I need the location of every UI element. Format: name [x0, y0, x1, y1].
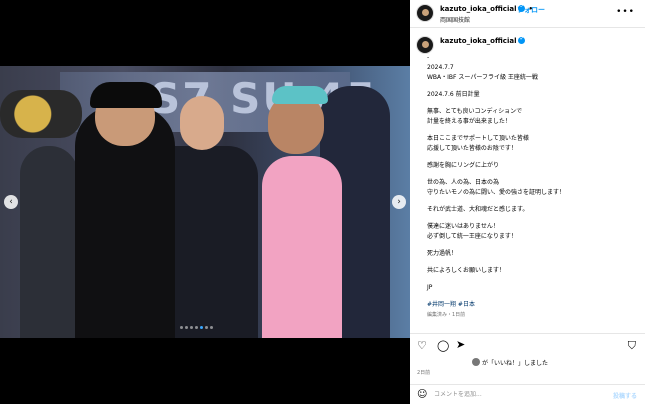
- carousel-dot: [195, 326, 198, 329]
- caption-hashtags[interactable]: #井岡一翔 #日本: [427, 300, 637, 310]
- caption-line: 2024.7.6 前日計量: [427, 91, 480, 98]
- caption-line: 計量を終える事が出来ました！: [427, 118, 511, 125]
- carousel-dot: [200, 326, 203, 329]
- caption-gap: [427, 215, 637, 222]
- heart-icon[interactable]: ♡: [417, 339, 427, 352]
- caption-line: 感謝を胸にリングに上がり: [427, 162, 500, 169]
- caption-line: 応援して頂いた皆様のお陰です！: [427, 145, 517, 152]
- boxer-left-cap: [90, 82, 162, 108]
- caption-line: 2024.7.7: [427, 64, 454, 71]
- chevron-left-icon[interactable]: ‹: [4, 195, 18, 209]
- carousel-dot: [210, 326, 213, 329]
- location-label[interactable]: 両国国技館: [440, 15, 470, 24]
- bookmark-icon[interactable]: ⛉: [628, 339, 636, 353]
- verified-icon: [518, 35, 526, 44]
- championship-belt: [0, 90, 82, 138]
- caption-line: 無事、とても良いコンディションで: [427, 108, 523, 115]
- post-header: kazuto_ioka_official• フォロー 両国国技館 •••: [410, 0, 645, 28]
- more-icon[interactable]: •••: [616, 7, 635, 17]
- person-left-background: [20, 146, 78, 338]
- boxer-right: [262, 156, 342, 338]
- username-text[interactable]: kazuto_ioka_official: [440, 37, 516, 45]
- caption-gap: [427, 276, 637, 283]
- caption-gap: [427, 100, 637, 107]
- caption-line: 守りたいモノの為に闘い、愛の強さを証明します！: [427, 189, 566, 196]
- caption-area: kazuto_ioka_official - 2024.7.7 WBA・IBF スー…: [410, 28, 645, 333]
- post-side-panel: kazuto_ioka_official• フォロー 両国国技館 ••• kaz…: [410, 0, 645, 404]
- avatar[interactable]: [416, 4, 434, 22]
- emoji-icon[interactable]: ☺: [417, 389, 427, 400]
- caption-line: 必ず倒して統一王座になります！: [427, 233, 517, 240]
- carousel-dot: [180, 326, 183, 329]
- caption-line: 僕達に迷いはありません！: [427, 223, 499, 230]
- caption-line: JP: [427, 284, 433, 291]
- carousel-dot: [185, 326, 188, 329]
- likes-text: が「いいね！」しました: [482, 360, 549, 367]
- caption-line: 共によろしくお願いします！: [427, 267, 506, 274]
- caption-gap: [427, 198, 637, 205]
- liker-avatar: [472, 358, 480, 366]
- caption-line: 死力過帆！: [427, 250, 458, 257]
- caption-line: 本日ここまでサポートして頂いた皆様: [427, 135, 529, 142]
- boxer-right-hair: [272, 86, 328, 104]
- post-media: S7 SU 45 ‹ ›: [0, 0, 410, 404]
- carousel-dot: [190, 326, 193, 329]
- caption-gap: [427, 259, 637, 266]
- comment-input[interactable]: [434, 391, 584, 398]
- carousel-dot: [205, 326, 208, 329]
- post-photo[interactable]: S7 SU 45: [0, 66, 410, 338]
- referee-head: [180, 96, 224, 150]
- caption-gap: [427, 127, 637, 134]
- caption-gap: [427, 83, 637, 90]
- caption-line: WBA・IBF スーパーフライ級 王座統一戦: [427, 74, 538, 81]
- post-date[interactable]: 2日前: [417, 369, 430, 376]
- chevron-right-icon[interactable]: ›: [392, 195, 406, 209]
- caption-line: -: [427, 54, 430, 61]
- caption-gap: [427, 293, 637, 300]
- avatar[interactable]: [416, 36, 434, 54]
- caption-username[interactable]: kazuto_ioka_official: [440, 35, 526, 45]
- likes-summary[interactable]: が「いいね！」しました: [472, 358, 548, 367]
- post-actions: ♡ ◯ ➤ ⛉ が「いいね！」しました 2日前 ☺ 投稿する: [410, 333, 645, 404]
- follow-button[interactable]: フォロー: [517, 5, 545, 15]
- caption-gap: [427, 154, 637, 161]
- comment-row: ☺ 投稿する: [410, 384, 645, 404]
- post-comment-button[interactable]: 投稿する: [613, 391, 637, 400]
- caption-gap: [427, 242, 637, 249]
- caption-meta: 編集済み・1日前: [427, 312, 466, 318]
- carousel-indicator: [180, 326, 213, 329]
- comment-icon[interactable]: ◯: [437, 339, 449, 352]
- caption-text: - 2024.7.7 WBA・IBF スーパーフライ級 王座統一戦 2024.7.6 …: [427, 53, 637, 320]
- caption-line: それが武士道、大和魂だと感じます。: [427, 206, 529, 213]
- username-text[interactable]: kazuto_ioka_official: [440, 5, 516, 13]
- caption-line: 世の為、人の為、日本の為: [427, 179, 500, 186]
- share-icon[interactable]: ➤: [456, 338, 465, 351]
- caption-gap: [427, 171, 637, 178]
